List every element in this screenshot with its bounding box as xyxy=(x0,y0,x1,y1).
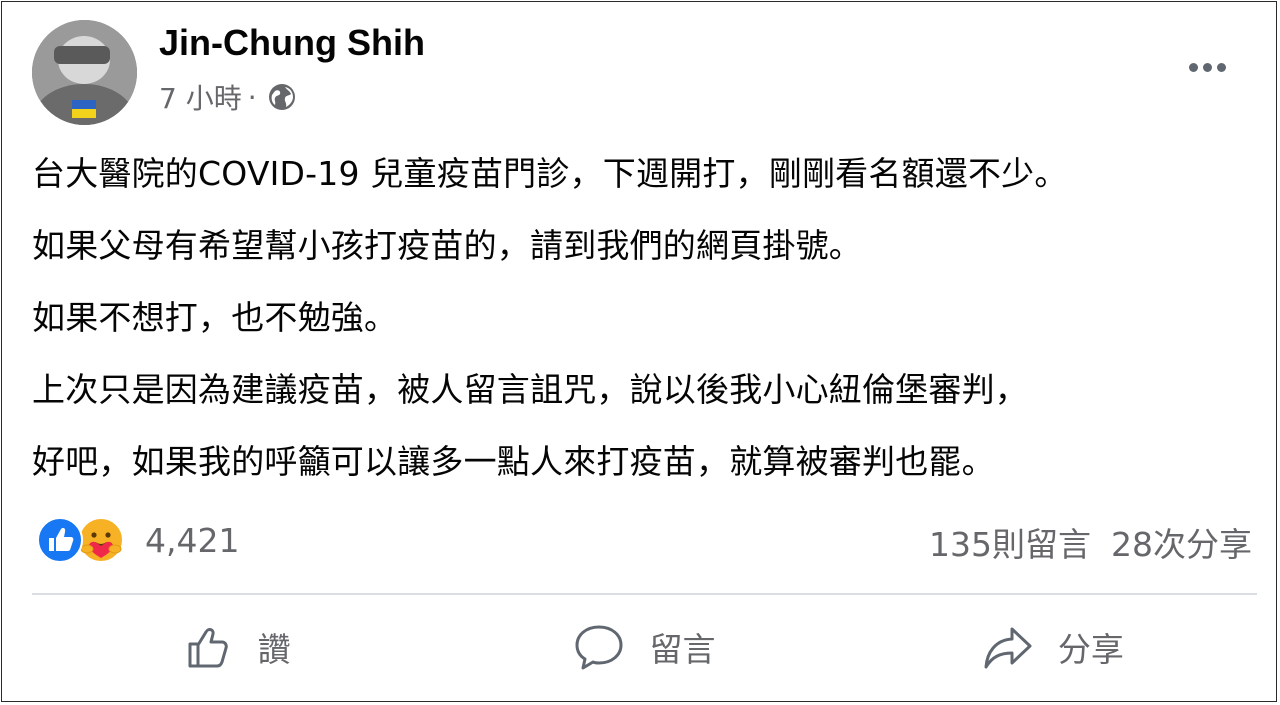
post-line: 如果父母有希望幫小孩打疫苗的，請到我們的網頁掛號。 xyxy=(32,226,862,265)
comment-button[interactable]: 留言 xyxy=(440,602,848,692)
post-line: 台大醫院的COVID-19 兒童疫苗門診，下週開打，剛剛看名額還不少。 xyxy=(32,154,1068,193)
globe-icon xyxy=(267,82,297,112)
post-card: Jin-Chung Shih 7 小時 · 台大醫院的COVID-19 兒童疫苗… xyxy=(1,1,1277,702)
author-name[interactable]: Jin-Chung Shih xyxy=(159,22,425,64)
share-arrow-icon xyxy=(984,627,1032,669)
divider xyxy=(32,593,1257,595)
dot-icon xyxy=(1202,62,1212,72)
thumbs-up-icon xyxy=(188,628,228,668)
like-button[interactable]: 讚 xyxy=(32,602,440,692)
more-options-button[interactable] xyxy=(1182,52,1232,82)
comment-label: 留言 xyxy=(649,630,716,669)
avatar-photo xyxy=(32,20,137,125)
action-bar: 讚 留言 分享 xyxy=(32,602,1257,692)
meta-separator: · xyxy=(247,80,257,114)
like-label: 讚 xyxy=(257,630,291,669)
reactions-summary[interactable]: 4,421 xyxy=(37,514,239,566)
reaction-count: 4,421 xyxy=(145,520,240,560)
post-line: 上次只是因為建議疫苗，被人留言詛咒，說以後我小心紐倫堡審判， xyxy=(32,370,1028,409)
post-stats: 135則留言 28次分享 xyxy=(929,516,1252,568)
avatar[interactable] xyxy=(32,20,137,125)
comments-count-link[interactable]: 135則留言 xyxy=(929,518,1091,566)
share-button[interactable]: 分享 xyxy=(849,602,1257,692)
dot-icon xyxy=(1188,62,1198,72)
post-time[interactable]: 7 小時 xyxy=(159,77,242,117)
comment-icon xyxy=(575,625,623,670)
like-icon xyxy=(37,517,83,563)
post-text: 台大醫院的COVID-19 兒童疫苗門診，下週開打，剛剛看名額還不少。 如果父母… xyxy=(32,138,1257,498)
post-meta: 7 小時 · xyxy=(159,79,297,115)
care-icon xyxy=(78,517,124,563)
dot-icon xyxy=(1216,62,1226,72)
share-label: 分享 xyxy=(1057,630,1124,669)
shares-count-link[interactable]: 28次分享 xyxy=(1111,518,1252,566)
post-line: 好吧，如果我的呼籲可以讓多一點人來打疫苗，就算被審判也罷。 xyxy=(32,442,995,481)
post-line: 如果不想打，也不勉強。 xyxy=(32,298,398,337)
